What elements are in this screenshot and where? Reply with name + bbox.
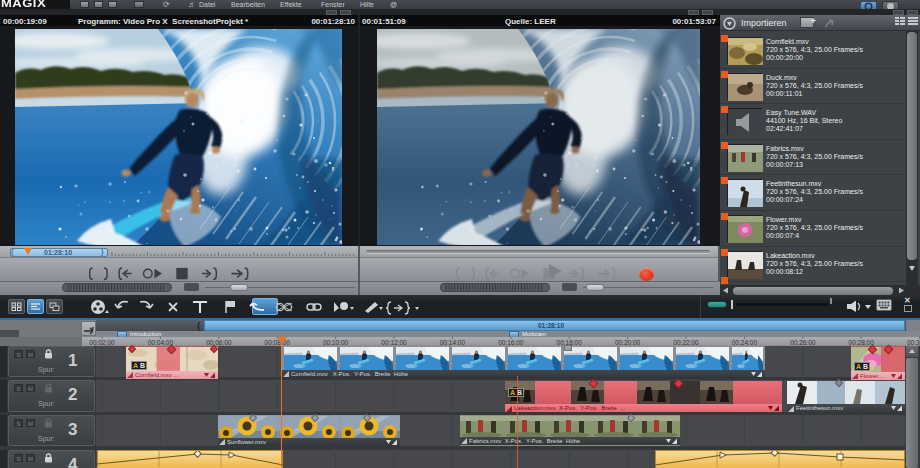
svg-text:00:02:00: 00:02:00 <box>89 339 115 346</box>
svg-text:00:28:00: 00:28:00 <box>849 339 875 346</box>
svg-text:00:20:00: 00:20:00 <box>615 339 641 346</box>
svg-text:00:30:00: 00:30:00 <box>907 339 920 346</box>
svg-text:00:06:00: 00:06:00 <box>206 339 232 346</box>
svg-text:00:10:00: 00:10:00 <box>323 339 349 346</box>
svg-text:00:26:00: 00:26:00 <box>790 339 816 346</box>
svg-text:00:14:00: 00:14:00 <box>440 339 466 346</box>
svg-text:00:24:00: 00:24:00 <box>732 339 758 346</box>
svg-text:00:22:00: 00:22:00 <box>673 339 699 346</box>
svg-text:00:12:00: 00:12:00 <box>381 339 407 346</box>
svg-text:00:16:00: 00:16:00 <box>498 339 524 346</box>
svg-text:00:04:00: 00:04:00 <box>148 339 174 346</box>
